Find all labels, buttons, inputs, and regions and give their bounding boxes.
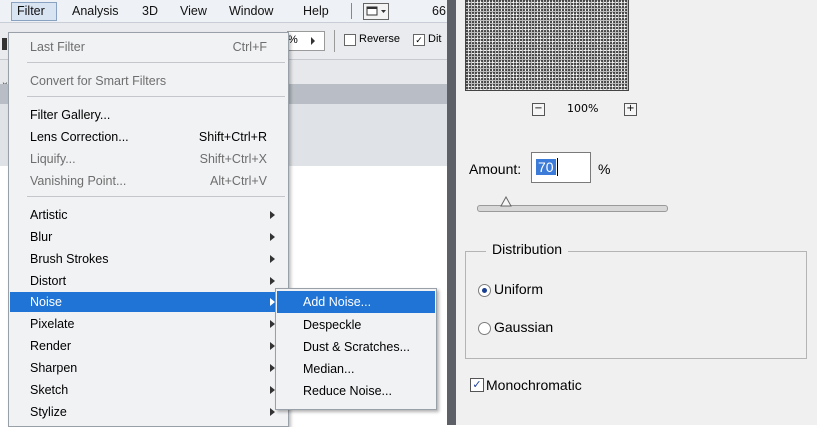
menu-item-brush-strokes[interactable]: Brush Strokes [10,249,287,269]
menu-item-lens-correction[interactable]: Lens Correction... Shift+Ctrl+R [10,127,287,147]
submenu-arrow-icon [270,277,275,285]
gaussian-label: Gaussian [494,319,554,335]
menu-item-last-filter[interactable]: Last Filter Ctrl+F [10,37,287,57]
uniform-radio[interactable] [478,284,491,297]
screenshot-divider [447,0,456,425]
menu-help[interactable]: Help [303,4,329,18]
dither-checkbox[interactable]: ✓ [413,34,425,46]
menu-separator [27,62,285,63]
menu-item-convert-smart-filters[interactable]: Convert for Smart Filters [10,71,287,91]
options-divider [334,30,335,52]
amount-value: 70 [536,159,556,175]
menu-item-vanishing-point[interactable]: Vanishing Point... Alt+Ctrl+V [10,171,287,191]
amount-slider-thumb[interactable] [500,196,513,208]
monochromatic-checkbox[interactable]: ✓ [470,378,484,392]
menu-item-pixelate[interactable]: Pixelate [10,314,287,334]
menu-item-sketch[interactable]: Sketch [10,380,287,400]
monochromatic-label: Monochromatic [486,377,582,393]
filter-menu: Last Filter Ctrl+F Convert for Smart Fil… [8,32,289,427]
menu-window[interactable]: Window [229,4,273,18]
zoom-in-button[interactable]: + [624,103,637,116]
menu-bar: Filter Analysis 3D View Window Help 66 [0,0,447,23]
zoom-out-button[interactable]: − [532,103,545,116]
menu-3d[interactable]: 3D [142,4,158,18]
workspace-icon[interactable] [363,3,389,20]
menu-item-stylize[interactable]: Stylize [10,402,287,422]
menu-item-noise[interactable]: Noise [10,292,287,312]
menu-item-artistic[interactable]: Artistic [10,205,287,225]
menu-analysis[interactable]: Analysis [72,4,119,18]
amount-unit: % [598,161,611,177]
menu-item-filter-gallery[interactable]: Filter Gallery... [10,105,287,125]
amount-input[interactable]: 70 [531,152,591,183]
menu-item-sharpen[interactable]: Sharpen [10,358,287,378]
reverse-label: Reverse [359,33,400,45]
zoom-level: 100% [567,102,599,115]
text-caret [557,158,558,176]
submenu-arrow-icon [270,233,275,241]
distribution-group [465,251,807,359]
menu-item-blur[interactable]: Blur [10,227,287,247]
menu-item-add-noise[interactable]: Add Noise... [277,291,435,313]
reverse-checkbox[interactable] [344,34,356,46]
submenu-arrow-icon [270,255,275,263]
opacity-field[interactable]: % [287,31,325,51]
uniform-label: Uniform [494,281,544,297]
tool-preset-icon[interactable] [2,38,7,50]
amount-label: Amount: [469,161,522,177]
distribution-title: Distribution [486,241,569,257]
menu-view[interactable]: View [180,4,207,18]
menu-item-liquify[interactable]: Liquify... Shift+Ctrl+X [10,149,287,169]
submenu-arrow-icon [270,211,275,219]
gaussian-radio[interactable] [478,322,491,335]
menu-separator [27,96,285,97]
dither-label: Dit [428,33,442,45]
menu-item-median[interactable]: Median... [277,358,435,380]
menu-item-reduce-noise[interactable]: Reduce Noise... [277,380,435,402]
menu-separator [27,196,285,197]
zoom-readout: 66 [432,4,446,18]
menu-filter[interactable]: Filter [11,2,57,21]
menu-separator [351,3,352,19]
menu-item-dust-scratches[interactable]: Dust & Scratches... [277,336,435,358]
noise-preview[interactable] [465,0,629,91]
menu-item-despeckle[interactable]: Despeckle [277,314,435,336]
menu-item-render[interactable]: Render [10,336,287,356]
menu-item-distort[interactable]: Distort [10,271,287,291]
chevron-right-icon [311,37,315,45]
noise-submenu: Add Noise... Despeckle Dust & Scratches.… [275,288,437,410]
